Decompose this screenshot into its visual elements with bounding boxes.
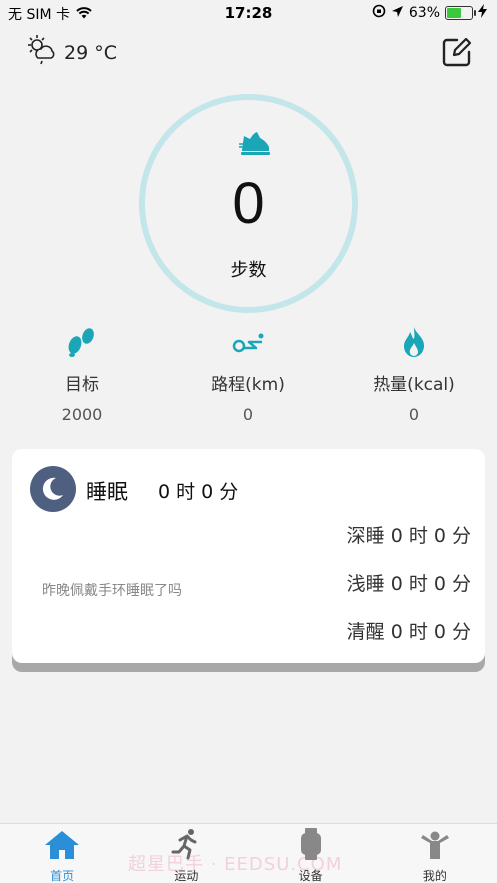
home-icon [0, 824, 124, 860]
watch-icon [249, 824, 373, 860]
battery-icon [445, 6, 476, 20]
tab-profile[interactable]: 我的 [373, 824, 497, 883]
location-icon [391, 5, 404, 22]
status-bar: 无 SIM 卡 17:28 63% [0, 0, 497, 26]
partly-cloudy-icon [26, 34, 56, 71]
weather: 29 °C [26, 34, 117, 71]
tab-home-label: 首页 [50, 869, 75, 883]
awake-time: 清醒 0 时 0 分 [346, 621, 471, 643]
stat-distance[interactable]: 路程(km) 0 [168, 326, 328, 424]
tab-device[interactable]: 设备 [249, 824, 373, 883]
person-icon [373, 824, 497, 860]
deep-sleep: 深睡 0 时 0 分 [346, 525, 471, 547]
stat-calories[interactable]: 热量(kcal) 0 [334, 326, 494, 424]
edit-icon [442, 37, 472, 67]
sleep-total: 0 时 0 分 [158, 481, 239, 503]
calories-label: 热量(kcal) [373, 375, 455, 395]
steps-value: 0 [232, 171, 265, 236]
battery-percent: 63% [408, 5, 440, 21]
tab-sport[interactable]: 运动 [124, 824, 248, 883]
calories-value: 0 [408, 405, 420, 424]
steps-label: 步数 [230, 260, 267, 281]
moon-icon [30, 466, 76, 512]
goal-value: 2000 [61, 405, 103, 424]
distance-label: 路程(km) [211, 375, 285, 395]
goal-label: 目标 [65, 375, 99, 395]
light-sleep: 浅睡 0 时 0 分 [346, 573, 471, 595]
tab-sport-label: 运动 [174, 869, 199, 883]
status-right: 63% [372, 4, 487, 22]
sleep-title: 睡眠 [86, 480, 128, 504]
sleep-hint: 昨晚佩戴手环睡眠了吗 [42, 583, 182, 599]
runner-icon [124, 824, 248, 860]
tab-profile-label: 我的 [422, 869, 447, 883]
charging-icon [478, 4, 487, 22]
stat-goal[interactable]: 目标 2000 [2, 326, 162, 424]
tab-home[interactable]: 首页 [0, 824, 124, 883]
edit-button[interactable] [441, 36, 473, 68]
shoe-icon [239, 130, 271, 160]
orientation-lock-icon [372, 4, 386, 22]
distance-icon [168, 326, 328, 358]
tab-device-label: 设备 [298, 869, 323, 883]
tab-bar: 首页 运动 设备 我的 [0, 823, 497, 883]
footprints-icon [2, 326, 162, 358]
steps-ring[interactable]: 0 步数 [139, 94, 358, 313]
distance-value: 0 [242, 405, 254, 424]
battery-fill [447, 8, 462, 18]
temperature-text: 29 °C [64, 41, 117, 64]
sleep-card[interactable]: 睡眠 0 时 0 分 深睡 0 时 0 分 浅睡 0 时 0 分 清醒 0 时 … [12, 449, 485, 663]
flame-icon [334, 326, 494, 358]
